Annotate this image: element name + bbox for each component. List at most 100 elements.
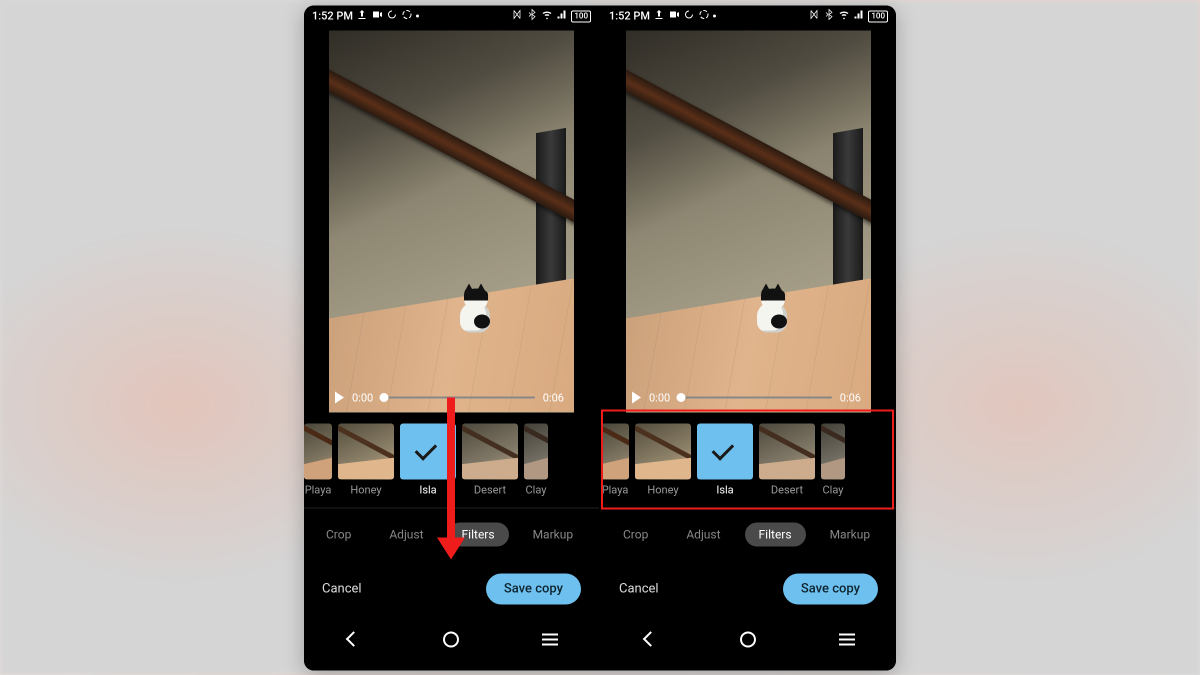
filter-item-honey[interactable]: Honey [338, 423, 394, 496]
action-row: Cancel Save copy [601, 561, 896, 617]
filter-item-desert[interactable]: Desert [462, 423, 518, 496]
loading-icon [698, 9, 710, 24]
filter-thumb [338, 423, 394, 479]
upload-icon [356, 9, 368, 24]
status-time: 1:52 PM [312, 10, 353, 23]
video-controls: 0:00 0:06 [329, 391, 574, 408]
filter-item-desert[interactable]: Desert [759, 423, 815, 496]
dot-icon [416, 15, 419, 18]
nfc-icon [808, 9, 820, 24]
filter-label: Clay [526, 483, 547, 496]
filter-label: Isla [716, 483, 733, 496]
cancel-button[interactable]: Cancel [619, 582, 659, 597]
screenshot-pair: 1:52 PM 100 [304, 5, 896, 670]
wifi-icon [838, 9, 850, 24]
nav-back[interactable] [343, 629, 363, 649]
filter-thumb [524, 423, 548, 479]
nav-home[interactable] [738, 629, 758, 649]
video-duration: 0:06 [543, 391, 564, 404]
filter-thumb [462, 423, 518, 479]
dot-icon [713, 15, 716, 18]
video-current-time: 0:00 [649, 391, 670, 404]
tab-filters[interactable]: Filters [448, 523, 509, 547]
sync-icon [386, 9, 398, 24]
nav-bar [304, 617, 599, 661]
filter-label: Isla [419, 483, 436, 496]
video-icon [371, 9, 383, 24]
signal-icon [853, 9, 865, 24]
phone-left: 1:52 PM 100 [304, 5, 599, 670]
filter-label: Honey [350, 483, 381, 496]
signal-icon [556, 9, 568, 24]
nfc-icon [511, 9, 523, 24]
wifi-icon [541, 9, 553, 24]
filter-strip[interactable]: Playa Honey Isla Desert Clay [304, 415, 599, 507]
filter-label: Desert [771, 483, 803, 496]
video-scene [329, 30, 574, 412]
save-copy-button[interactable]: Save copy [486, 574, 581, 605]
video-icon [668, 9, 680, 24]
tab-adjust[interactable]: Adjust [375, 523, 437, 547]
filter-thumb [635, 423, 691, 479]
scrubber-thumb[interactable] [380, 393, 389, 402]
video-preview[interactable]: 0:00 0:06 [601, 27, 896, 415]
filter-thumb [601, 423, 629, 479]
nav-back[interactable] [640, 629, 660, 649]
play-button[interactable] [335, 392, 344, 404]
loading-icon [401, 9, 413, 24]
filter-item-clay[interactable]: Clay [524, 423, 548, 496]
play-button[interactable] [632, 392, 641, 404]
video-scrubber[interactable] [381, 397, 535, 399]
save-copy-button[interactable]: Save copy [783, 574, 878, 605]
video-preview[interactable]: 0:00 0:06 [304, 27, 599, 415]
tab-markup[interactable]: Markup [519, 523, 588, 547]
filter-item-honey[interactable]: Honey [635, 423, 691, 496]
tab-crop[interactable]: Crop [312, 523, 365, 547]
video-controls: 0:00 0:06 [626, 391, 871, 408]
filter-thumb [304, 423, 332, 479]
status-time: 1:52 PM [609, 10, 650, 23]
scrubber-thumb[interactable] [677, 393, 686, 402]
filter-item-playa[interactable]: Playa [304, 423, 332, 496]
filter-item-isla[interactable]: Isla [400, 423, 456, 496]
battery-indicator: 100 [571, 10, 591, 22]
check-icon [415, 438, 438, 461]
tab-crop[interactable]: Crop [609, 523, 662, 547]
bluetooth-icon [526, 9, 538, 24]
video-scrubber[interactable] [678, 397, 832, 399]
upload-icon [653, 9, 665, 24]
filter-item-clay[interactable]: Clay [821, 423, 845, 496]
filter-thumb-selected [400, 423, 456, 479]
battery-indicator: 100 [868, 10, 888, 22]
filter-item-isla[interactable]: Isla [697, 423, 753, 496]
cat-subject [753, 280, 795, 332]
cat-subject [456, 280, 498, 332]
phone-right: 1:52 PM 100 [601, 5, 896, 670]
filter-label: Honey [647, 483, 678, 496]
filter-label: Playa [305, 483, 332, 496]
filter-thumb-selected [697, 423, 753, 479]
video-current-time: 0:00 [352, 391, 373, 404]
nav-home[interactable] [441, 629, 461, 649]
edit-tab-row: Crop Adjust Filters Markup [601, 507, 896, 561]
video-scene [626, 30, 871, 412]
tab-filters[interactable]: Filters [745, 523, 806, 547]
filter-label: Playa [602, 483, 629, 496]
filter-item-playa[interactable]: Playa [601, 423, 629, 496]
video-frame: 0:00 0:06 [329, 30, 574, 412]
bluetooth-icon [823, 9, 835, 24]
action-row: Cancel Save copy [304, 561, 599, 617]
tab-adjust[interactable]: Adjust [672, 523, 734, 547]
tab-markup[interactable]: Markup [816, 523, 885, 547]
status-bar: 1:52 PM 100 [601, 5, 896, 27]
filter-label: Desert [474, 483, 506, 496]
filter-strip[interactable]: Playa Honey Isla Desert Clay [601, 415, 896, 507]
filter-label: Clay [823, 483, 844, 496]
video-frame: 0:00 0:06 [626, 30, 871, 412]
nav-recent[interactable] [540, 629, 560, 649]
cancel-button[interactable]: Cancel [322, 582, 362, 597]
sync-icon [683, 9, 695, 24]
check-icon [712, 438, 735, 461]
nav-bar [601, 617, 896, 661]
nav-recent[interactable] [837, 629, 857, 649]
